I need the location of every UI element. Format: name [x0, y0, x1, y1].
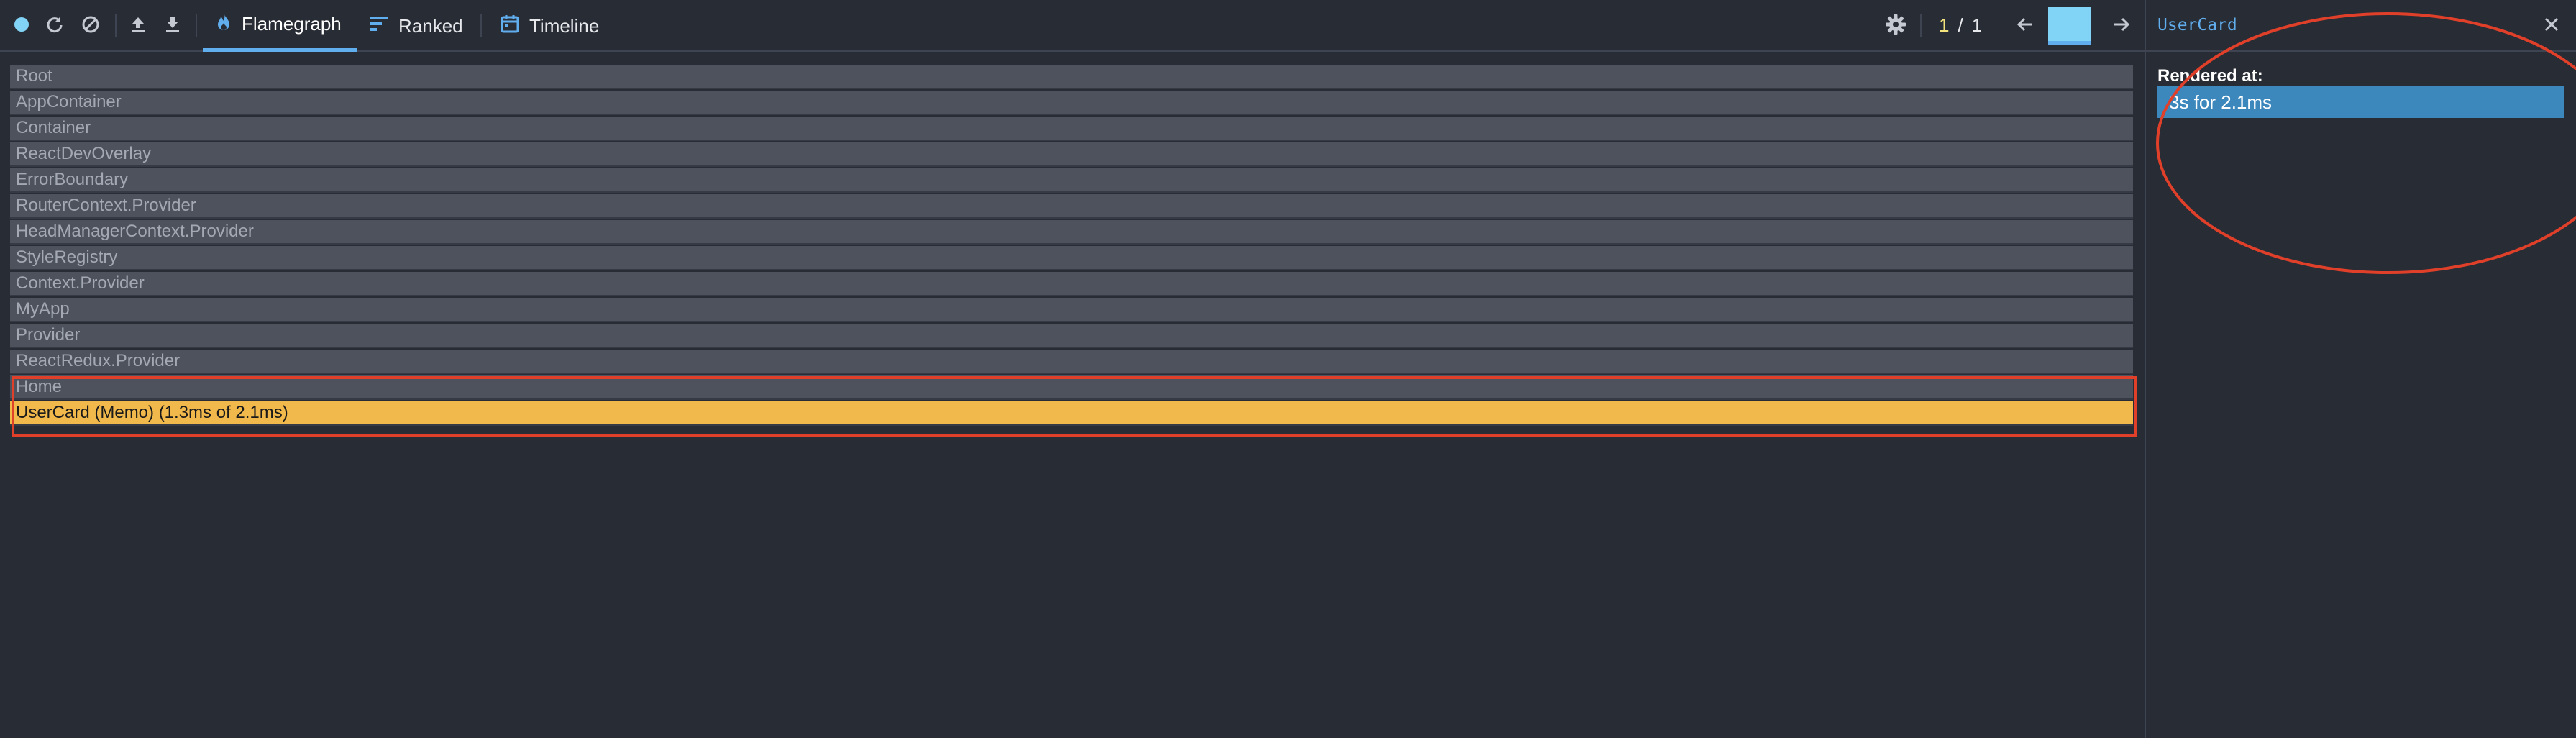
settings-button[interactable]: [1883, 13, 1909, 39]
flamegraph-node[interactable]: StyleRegistry: [10, 246, 2133, 270]
tab-timeline[interactable]: Timeline: [496, 0, 618, 52]
tab-flamegraph[interactable]: Flamegraph: [203, 0, 357, 52]
next-commit-button[interactable]: [2109, 13, 2134, 39]
flamegraph-node[interactable]: Container: [10, 117, 2133, 141]
flamegraph-node[interactable]: Provider: [10, 324, 2133, 348]
clear-profiling-data-button[interactable]: [78, 13, 104, 39]
flamegraph-chart: Root AppContainer Container ReactDevOver…: [0, 52, 2145, 738]
profiler-toolbar: Flamegraph Ranked Timeline 1 / 1: [0, 0, 2145, 52]
render-list-item[interactable]: 3s for 2.1ms: [2157, 86, 2564, 118]
reload-and-profile-button[interactable]: [42, 13, 68, 39]
save-profile-icon: [163, 15, 182, 37]
save-profile-button[interactable]: [160, 13, 186, 39]
commit-separator: /: [1958, 14, 1963, 36]
clear-icon: [81, 15, 100, 37]
flamegraph-node[interactable]: Home: [10, 375, 2133, 400]
toolbar-divider: [196, 14, 197, 37]
ranked-icon: [370, 15, 388, 37]
commit-bar[interactable]: [2048, 7, 2091, 45]
flamegraph-node[interactable]: MyApp: [10, 298, 2133, 322]
previous-commit-button[interactable]: [2012, 13, 2038, 39]
rendered-at-label: Rendered at:: [2157, 66, 2263, 86]
flamegraph-node[interactable]: ErrorBoundary: [10, 168, 2133, 193]
flamegraph-node[interactable]: ReactDevOverlay: [10, 142, 2133, 167]
flamegraph-node[interactable]: HeadManagerContext.Provider: [10, 220, 2133, 245]
component-details-panel: UserCard Rendered at: 3s for 2.1ms: [2145, 0, 2576, 738]
close-panel-button[interactable]: [2540, 14, 2563, 37]
flamegraph-node[interactable]: RouterContext.Provider: [10, 194, 2133, 219]
tab-timeline-label: Timeline: [529, 14, 600, 37]
tab-flamegraph-label: Flamegraph: [242, 13, 342, 35]
flamegraph-node[interactable]: Context.Provider: [10, 272, 2133, 296]
arrow-left-icon: [2016, 15, 2034, 37]
profiler-app: Flamegraph Ranked Timeline 1 / 1 Root Ap…: [0, 0, 2576, 738]
commit-current: 1: [1939, 14, 1950, 36]
calendar-icon: [501, 14, 519, 38]
flamegraph-node[interactable]: Root: [10, 65, 2133, 89]
toolbar-divider: [115, 14, 117, 37]
reload-icon: [45, 15, 64, 37]
record-icon: [14, 17, 29, 36]
toolbar-divider: [1920, 14, 1922, 37]
flamegraph-node[interactable]: AppContainer: [10, 91, 2133, 115]
flame-icon: [216, 12, 232, 37]
commit-total: 1: [1971, 14, 1983, 36]
gear-icon: [1885, 14, 1906, 39]
panel-header: UserCard: [2146, 0, 2576, 52]
tab-ranked-label: Ranked: [398, 14, 463, 37]
flamegraph-node-selected[interactable]: UserCard (Memo) (1.3ms of 2.1ms): [10, 401, 2133, 426]
record-button[interactable]: [9, 13, 35, 39]
load-profile-icon: [129, 15, 147, 37]
tab-ranked[interactable]: Ranked: [367, 0, 482, 52]
flamegraph-node[interactable]: ReactRedux.Provider: [10, 350, 2133, 374]
selected-component-name: UserCard: [2157, 16, 2237, 35]
commit-counter: 1 / 1: [1939, 14, 1982, 37]
toolbar-divider: [480, 14, 482, 37]
load-profile-button[interactable]: [125, 13, 151, 39]
arrow-right-icon: [2112, 15, 2131, 37]
close-icon: [2544, 17, 2559, 36]
